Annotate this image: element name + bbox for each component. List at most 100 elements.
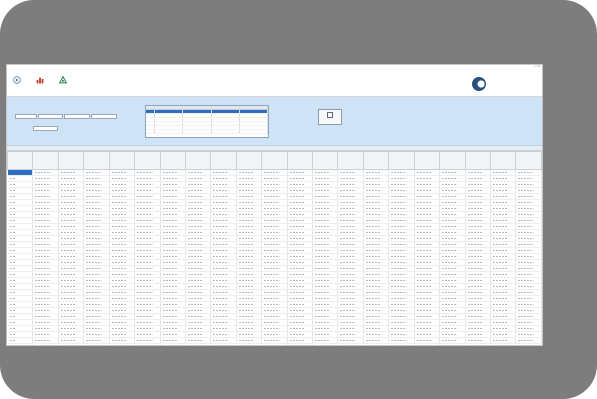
results-column-header[interactable]: [235, 151, 263, 170]
selection-grid[interactable]: [145, 105, 269, 138]
selection-cell: [155, 122, 184, 125]
selection-cell: [212, 110, 240, 113]
input-panel: [7, 97, 542, 146]
selection-cell: [183, 122, 212, 125]
results-row[interactable]: [7, 343, 542, 345]
selection-cell: [183, 118, 212, 121]
selection-cell: [212, 118, 240, 121]
selection-row-handle: [146, 126, 155, 129]
selection-cell: [212, 130, 240, 133]
results-table[interactable]: [7, 151, 542, 345]
results-cell: [210, 343, 237, 345]
results-column-header[interactable]: [7, 151, 34, 170]
results-column-header[interactable]: [464, 151, 492, 170]
results-cell: [134, 343, 161, 345]
selection-cell: [240, 118, 268, 121]
results-cell: [185, 343, 212, 345]
results-cell: [439, 343, 466, 345]
selection-row-handle: [146, 122, 155, 125]
selection-cell: [240, 110, 268, 113]
results-column-header[interactable]: [134, 151, 161, 170]
results-column-header[interactable]: [388, 151, 415, 170]
results-cell: [7, 343, 34, 345]
chart-icon: [36, 77, 44, 84]
input-field-4[interactable]: [91, 114, 117, 119]
results-cell: [287, 343, 314, 345]
selection-header-cell: [146, 106, 155, 109]
results-cell: [363, 343, 390, 345]
results-column-header[interactable]: [184, 151, 212, 170]
selection-row-handle: [146, 110, 155, 113]
recycle-icon: [59, 76, 67, 84]
document-icon: [327, 112, 333, 118]
results-column-header[interactable]: [159, 151, 186, 170]
results-column-header[interactable]: [362, 151, 390, 170]
results-cell: [515, 343, 542, 345]
selection-row[interactable]: [146, 130, 268, 134]
close-button[interactable]: ✕: [538, 65, 540, 68]
slide-frame: – □ ✕: [0, 0, 597, 399]
results-column-header[interactable]: [413, 151, 441, 170]
selection-header-cell: [155, 106, 184, 109]
company-logo: [472, 76, 532, 92]
window-controls: – □ ✕: [534, 65, 540, 68]
selection-cell: [240, 114, 268, 117]
toolbar-recycle-button[interactable]: [56, 76, 70, 93]
results-cell: [337, 343, 364, 345]
toolbar-chart-button[interactable]: [33, 76, 47, 93]
selection-cell: [183, 114, 212, 117]
selection-cell: [155, 110, 184, 113]
selection-cell: [155, 118, 184, 121]
selection-cell: [212, 126, 240, 129]
results-column-header[interactable]: [515, 151, 542, 170]
selection-cell: [183, 110, 212, 113]
input-field-2[interactable]: [38, 114, 63, 119]
selection-cell: [155, 126, 184, 129]
results-cell: [261, 343, 288, 345]
results-cell: [32, 343, 59, 345]
selection-cell: [240, 126, 268, 129]
results-column-header[interactable]: [439, 151, 466, 170]
toolbar: [7, 74, 542, 97]
results-cell: [414, 343, 441, 345]
selection-row-handle: [146, 130, 155, 133]
results-cell: [312, 343, 339, 345]
logo-mark-icon: [472, 77, 486, 91]
selection-cell: [183, 130, 212, 133]
results-column-header[interactable]: [108, 151, 136, 170]
results-column-header[interactable]: [32, 151, 59, 170]
selection-header-cell: [240, 106, 268, 109]
app-window: – □ ✕: [6, 64, 543, 346]
results-cell: [490, 343, 517, 345]
results-cell: [58, 343, 85, 345]
results-column-header[interactable]: [210, 151, 237, 170]
results-cell: [465, 343, 492, 345]
results-cell: [83, 343, 110, 345]
extra-input-field[interactable]: [33, 126, 58, 131]
selection-cell: [212, 122, 240, 125]
selection-cell: [212, 114, 240, 117]
results-column-header[interactable]: [286, 151, 314, 170]
compute-button[interactable]: [318, 109, 342, 125]
selection-header-cell: [183, 106, 212, 109]
input-field-1[interactable]: [15, 114, 37, 119]
results-column-header[interactable]: [312, 151, 339, 170]
results-column-header[interactable]: [261, 151, 288, 170]
selection-row-handle: [146, 114, 155, 117]
results-column-header[interactable]: [337, 151, 364, 170]
run-icon: [13, 76, 21, 84]
results-cell: [109, 343, 136, 345]
results-column-header[interactable]: [57, 151, 85, 170]
selection-cell: [240, 122, 268, 125]
results-cell: [160, 343, 186, 345]
results-column-header[interactable]: [83, 151, 110, 170]
selection-cell: [155, 130, 184, 133]
results-panel: [7, 146, 542, 345]
selection-header-cell: [212, 106, 240, 109]
results-cell: [388, 343, 415, 345]
selection-row-handle: [146, 118, 155, 121]
selection-cell: [240, 130, 268, 133]
toolbar-run-button[interactable]: [10, 76, 24, 93]
input-field-3[interactable]: [64, 114, 90, 119]
results-column-header[interactable]: [490, 151, 517, 170]
